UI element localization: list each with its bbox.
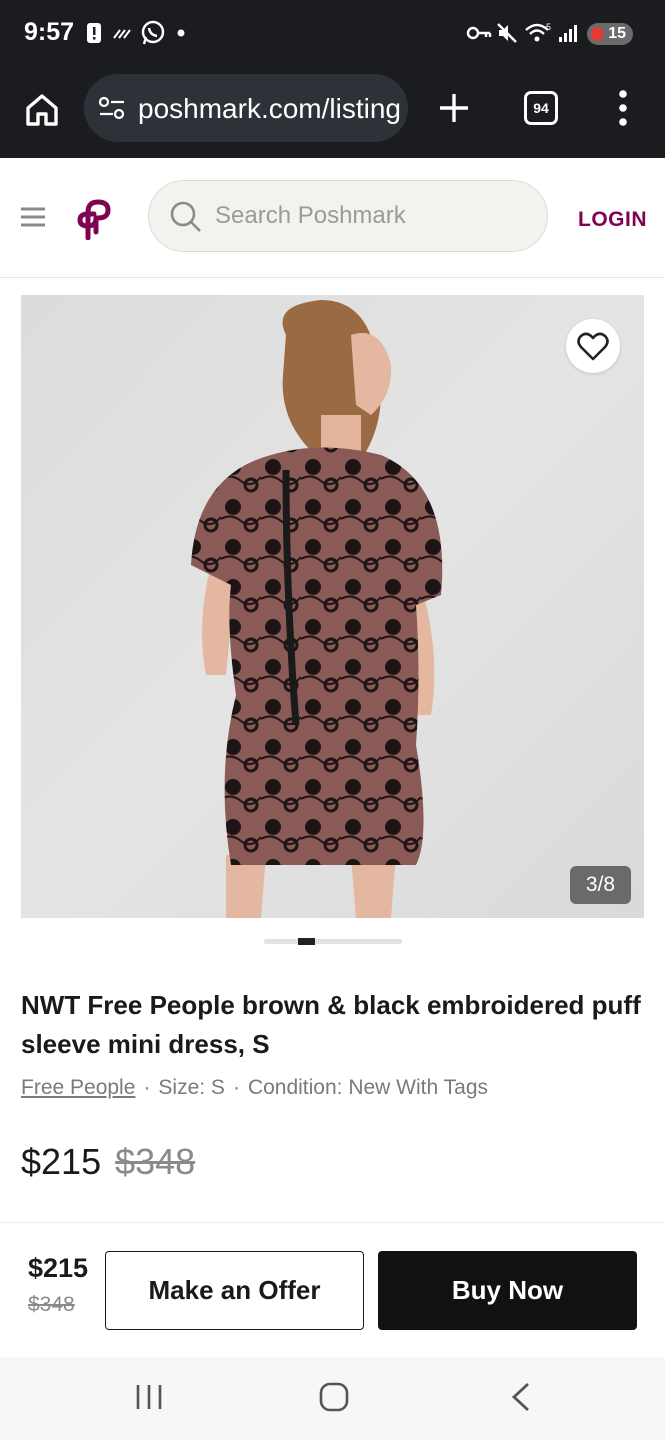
cell-signal-icon	[558, 20, 580, 46]
search-box[interactable]	[148, 180, 548, 252]
image-counter: 3/8	[570, 866, 631, 904]
tab-count: 94	[533, 100, 549, 116]
status-time: 9:57	[24, 18, 75, 46]
key-icon	[466, 20, 492, 46]
mute-icon	[496, 20, 518, 46]
listing-price: $215	[21, 1141, 102, 1182]
favorite-heart-icon[interactable]	[566, 319, 620, 373]
make-offer-button[interactable]: Make an Offer	[105, 1251, 364, 1330]
original-price: $348	[115, 1141, 196, 1182]
brand-link[interactable]: Free People	[21, 1076, 135, 1099]
battery-level: 15	[608, 25, 626, 42]
system-nav-bar	[0, 1357, 665, 1440]
size-label: Size: S	[158, 1076, 225, 1099]
alert-icon	[86, 20, 102, 46]
bar-original-price: $348	[28, 1293, 75, 1316]
dress-photo	[191, 300, 443, 918]
back-icon[interactable]	[508, 1381, 534, 1418]
product-image[interactable]	[21, 295, 644, 918]
listing-title: NWT Free People brown & black embroidere…	[21, 990, 641, 1059]
meta-separator: ·	[232, 1076, 240, 1099]
site-header: LOGIN	[0, 158, 665, 278]
plus-icon[interactable]	[436, 90, 472, 126]
hamburger-menu-icon[interactable]	[20, 206, 46, 228]
bar-price: $215	[28, 1253, 89, 1283]
price-row: $215 $348	[21, 1141, 195, 1183]
battery-icon: 15	[587, 23, 633, 45]
search-input[interactable]	[215, 181, 535, 251]
svg-text:5: 5	[546, 22, 551, 32]
condition-label: Condition: New With Tags	[247, 1076, 488, 1099]
status-bar: 9:57 5 15	[0, 0, 665, 66]
browser-toolbar: poshmark.com/listing 94	[0, 66, 665, 158]
home-icon[interactable]	[22, 90, 62, 130]
search-icon	[170, 201, 201, 232]
whatsapp-icon	[140, 20, 166, 46]
more-vert-icon[interactable]	[614, 88, 632, 128]
address-bar[interactable]: poshmark.com/listing	[84, 74, 408, 142]
pager-indicator	[298, 938, 315, 945]
dot-icon	[177, 20, 185, 46]
poshmark-logo-icon[interactable]	[76, 196, 114, 241]
buy-now-button[interactable]: Buy Now	[378, 1251, 637, 1330]
url-text: poshmark.com/listing	[138, 93, 401, 124]
recent-apps-icon[interactable]	[134, 1381, 164, 1418]
home-nav-icon[interactable]	[318, 1381, 350, 1418]
site-settings-icon[interactable]	[98, 96, 126, 125]
purchase-bar: $215 $348 Make an Offer Buy Now	[0, 1222, 665, 1357]
image-pager	[264, 938, 402, 945]
listing-meta: Free People · Size: S · Condition: New With …	[21, 1076, 488, 1100]
tabs-icon[interactable]: 94	[524, 91, 558, 125]
login-link[interactable]: LOGIN	[578, 208, 647, 232]
signal-lines-icon	[112, 20, 134, 46]
meta-separator: ·	[143, 1076, 151, 1099]
wifi-icon: 5	[524, 20, 552, 46]
